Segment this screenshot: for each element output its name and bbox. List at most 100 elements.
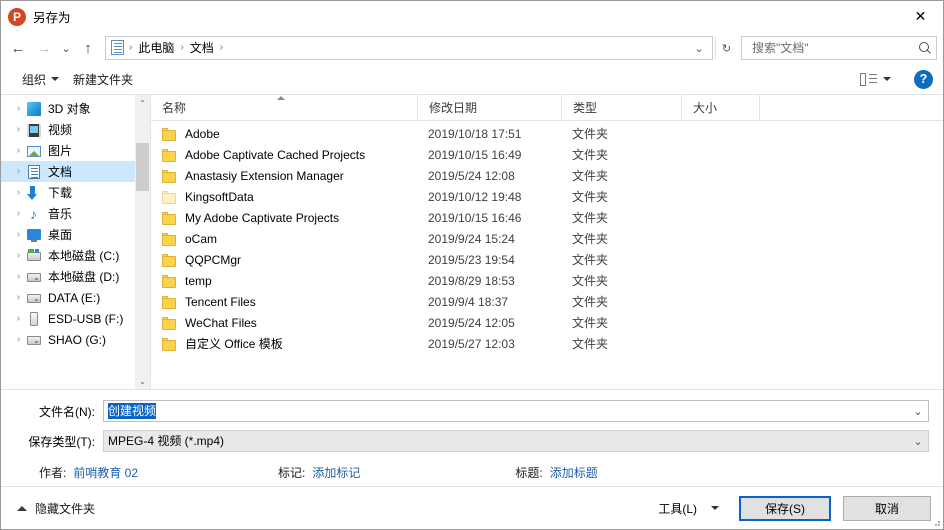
- expander-chevron-icon[interactable]: ›: [11, 292, 26, 303]
- filetype-select[interactable]: MPEG-4 视频 (*.mp4) ⌄: [103, 430, 929, 452]
- author-value[interactable]: 前哨教育 02: [73, 464, 138, 481]
- cell-size: [681, 166, 759, 187]
- expander-chevron-icon[interactable]: ›: [11, 145, 26, 156]
- change-view-button[interactable]: [853, 68, 898, 91]
- recent-locations-button[interactable]: ⌄: [57, 35, 75, 61]
- sidebar-item-1[interactable]: › 视频: [1, 119, 150, 140]
- filename-label: 文件名(N):: [39, 404, 95, 419]
- sidebar-item-2[interactable]: › 图片: [1, 140, 150, 161]
- table-row[interactable]: Adobe Captivate Cached Projects 2019/10/1…: [151, 145, 943, 166]
- chevron-down-icon[interactable]: ⌄: [688, 37, 710, 59]
- save-as-dialog: P 另存为 ✕ ← → ⌄ ↑ › 此电脑 › 文档 › ⌄ ↻ 组织: [0, 0, 944, 530]
- table-row[interactable]: QQPCMgr 2019/5/23 19:54 文件夹: [151, 250, 943, 271]
- sidebar-item-6[interactable]: › 桌面: [1, 224, 150, 245]
- table-row[interactable]: 自定义 Office 模板 2019/5/27 12:03 文件夹: [151, 334, 943, 355]
- sidebar-item-4[interactable]: › 下载: [1, 182, 150, 203]
- cell-date: 2019/9/4 18:37: [428, 295, 509, 309]
- expander-chevron-icon[interactable]: ›: [11, 229, 26, 240]
- chevron-down-icon: [51, 77, 60, 81]
- cancel-button[interactable]: 取消: [843, 495, 931, 521]
- system-drive-icon: [26, 248, 42, 264]
- breadcrumb-documents[interactable]: 文档: [185, 37, 219, 59]
- up-button[interactable]: ↑: [75, 35, 101, 61]
- tools-button[interactable]: 工具(L): [650, 494, 727, 523]
- scroll-up-icon[interactable]: ⌃: [135, 95, 150, 111]
- cell-name: My Adobe Captivate Projects: [151, 208, 417, 229]
- tags-value[interactable]: 添加标记: [312, 464, 360, 481]
- scroll-down-icon[interactable]: ⌄: [135, 373, 150, 389]
- sidebar-item-label: 本地磁盘 (C:): [48, 248, 120, 263]
- sidebar-item-8[interactable]: › 本地磁盘 (D:): [1, 266, 150, 287]
- cell-size: [681, 292, 759, 313]
- breadcrumb-separator-end[interactable]: ›: [219, 37, 224, 59]
- save-button[interactable]: 保存(S): [739, 495, 831, 521]
- cell-size: [681, 334, 759, 355]
- close-icon[interactable]: ✕: [898, 1, 943, 32]
- sidebar-item-10[interactable]: › ESD-USB (F:): [1, 308, 150, 329]
- new-folder-button[interactable]: 新建文件夹: [66, 67, 140, 92]
- expander-chevron-icon[interactable]: ›: [11, 208, 26, 219]
- new-folder-label: 新建文件夹: [73, 72, 134, 87]
- sidebar-scrollbar[interactable]: ⌃ ⌄: [135, 95, 150, 389]
- expander-chevron-icon[interactable]: ›: [11, 271, 26, 282]
- expander-chevron-icon[interactable]: ›: [11, 166, 26, 177]
- sidebar-item-11[interactable]: › SHAO (G:): [1, 329, 150, 350]
- column-header-date[interactable]: 修改日期: [417, 94, 561, 121]
- sidebar-item-5[interactable]: › ♪ 音乐: [1, 203, 150, 224]
- expander-chevron-icon[interactable]: ›: [11, 187, 26, 198]
- filename-input[interactable]: 创建视频 ⌄: [103, 400, 929, 422]
- music-icon: ♪: [30, 205, 37, 222]
- table-row[interactable]: Anastasiy Extension Manager 2019/5/24 12:…: [151, 166, 943, 187]
- sidebar-item-label: ESD-USB (F:): [48, 311, 124, 326]
- column-header-name[interactable]: 名称: [151, 95, 417, 121]
- back-button[interactable]: ←: [5, 35, 31, 61]
- scrollbar-thumb[interactable]: [136, 143, 149, 191]
- forward-button[interactable]: →: [31, 35, 57, 61]
- expander-chevron-icon[interactable]: ›: [11, 250, 26, 261]
- filename-value[interactable]: 创建视频: [108, 401, 908, 421]
- refresh-icon[interactable]: ↻: [715, 37, 737, 59]
- cell-date: 2019/5/27 12:03: [428, 337, 515, 351]
- chevron-down-icon[interactable]: ⌄: [908, 401, 928, 421]
- sidebar-item-3[interactable]: › 文档: [1, 161, 150, 182]
- column-header-type[interactable]: 类型: [561, 94, 681, 121]
- folder-icon: [162, 211, 178, 226]
- cell-size: [681, 187, 759, 208]
- sidebar-item-9[interactable]: › DATA (E:): [1, 287, 150, 308]
- cube-icon: [26, 101, 42, 117]
- expander-chevron-icon[interactable]: ›: [11, 103, 26, 114]
- resize-grip[interactable]: [930, 516, 940, 526]
- file-rows: Adobe 2019/10/18 17:51 文件夹 Adobe Captivate …: [151, 121, 943, 389]
- organize-button[interactable]: 组织: [15, 67, 66, 92]
- chevron-down-icon[interactable]: ⌄: [908, 431, 928, 451]
- table-row[interactable]: Tencent Files 2019/9/4 18:37 文件夹: [151, 292, 943, 313]
- table-row[interactable]: temp 2019/8/29 18:53 文件夹: [151, 271, 943, 292]
- table-row[interactable]: KingsoftData 2019/10/12 19:48 文件夹: [151, 187, 943, 208]
- expander-chevron-icon[interactable]: ›: [11, 334, 26, 345]
- expander-chevron-icon[interactable]: ›: [11, 124, 26, 135]
- filetype-value: MPEG-4 视频 (*.mp4): [108, 434, 225, 448]
- table-row[interactable]: WeChat Files 2019/5/24 12:05 文件夹: [151, 313, 943, 334]
- sidebar-item-7[interactable]: › 本地磁盘 (C:): [1, 245, 150, 266]
- sidebar-item-label: 本地磁盘 (D:): [48, 269, 120, 284]
- search-input[interactable]: [750, 40, 918, 56]
- title-value[interactable]: 添加标题: [550, 464, 598, 481]
- help-icon[interactable]: ?: [914, 69, 933, 89]
- sidebar-item-label: 图片: [48, 143, 73, 158]
- sidebar-item-0[interactable]: › 3D 对象: [1, 98, 150, 119]
- hide-folders-toggle[interactable]: 隐藏文件夹: [11, 496, 101, 521]
- column-header-size[interactable]: 大小: [681, 94, 759, 121]
- navigation-pane: › 3D 对象 › 视频 › 图片 › 文档 › 下载 › ♪ 音乐 › 桌面 › 本地磁盘 (C:) › 本地磁盘…: [1, 95, 151, 389]
- expander-chevron-icon[interactable]: ›: [11, 313, 26, 324]
- table-row[interactable]: My Adobe Captivate Projects 2019/10/15 16…: [151, 208, 943, 229]
- folder-icon: [162, 274, 178, 289]
- search-box[interactable]: [741, 36, 937, 60]
- breadcrumb-this-pc[interactable]: 此电脑: [133, 37, 179, 59]
- table-row[interactable]: Adobe 2019/10/18 17:51 文件夹: [151, 124, 943, 145]
- drive-icon: [26, 269, 42, 285]
- file-name-text: Adobe Captivate Cached Projects: [185, 148, 366, 162]
- table-row[interactable]: oCam 2019/9/24 15:24 文件夹: [151, 229, 943, 250]
- cell-date: 2019/9/24 15:24: [428, 232, 515, 246]
- address-bar[interactable]: › 此电脑 › 文档 › ⌄: [105, 36, 713, 60]
- folder-icon: [162, 190, 178, 205]
